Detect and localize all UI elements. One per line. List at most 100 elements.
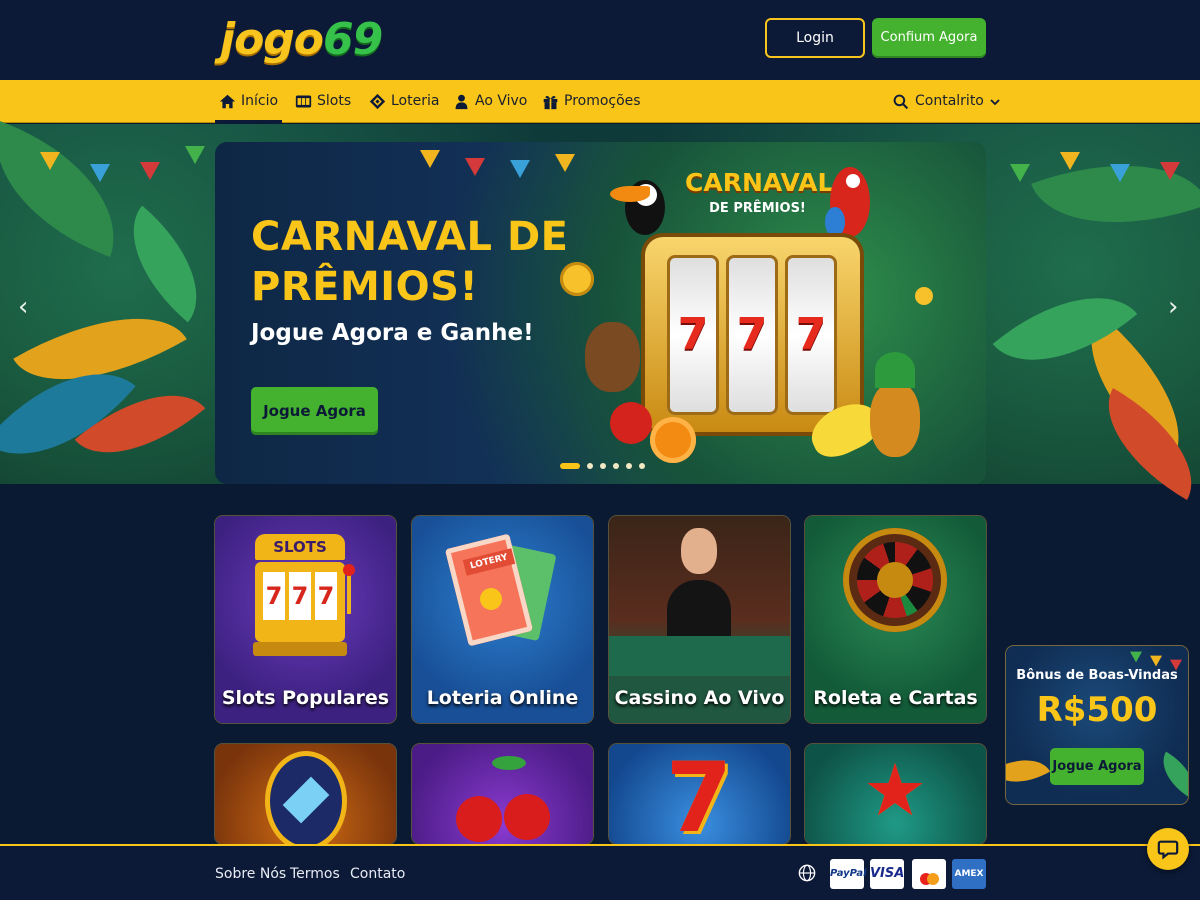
leaf-decoration	[1031, 129, 1200, 259]
carousel-dot[interactable]	[600, 463, 606, 469]
nav-label: Promoções	[564, 93, 641, 109]
bonus-play-button[interactable]: Jogue Agora	[1050, 748, 1144, 785]
category-card-roulette[interactable]: Roleta e Cartas	[805, 516, 986, 723]
nav-label: Slots	[317, 93, 352, 109]
cherry-icon	[456, 796, 502, 842]
pennant-decoration	[465, 158, 485, 176]
leaf-decoration	[0, 121, 141, 257]
search-dropdown[interactable]: Contalrito	[893, 80, 1000, 123]
hero-banner: CARNAVAL DE PRÊMIOS! Jogue Agora e Ganhe…	[215, 142, 986, 484]
payment-label: PayPal	[830, 868, 867, 879]
footer-link-contact[interactable]: Contato	[350, 846, 405, 900]
footer: Sobre Nós Termos Contato PayPal VISA AME…	[0, 844, 1200, 900]
pennant-decoration	[1150, 655, 1162, 667]
nav-item-promocoes[interactable]: Promoções	[542, 80, 641, 123]
paypal-logo: PayPal	[830, 859, 867, 889]
art-title-line2: DE PRÊMIOS!	[709, 201, 806, 216]
logo[interactable]: jogo69	[220, 8, 383, 72]
hero-prev-arrow[interactable]: ‹	[18, 292, 28, 322]
hero-subtitle: Jogue Agora e Ganhe!	[251, 320, 534, 346]
game-card[interactable]: ★	[805, 744, 986, 844]
carousel-dot[interactable]	[639, 463, 645, 469]
search-icon	[893, 94, 909, 109]
coin-illustration	[560, 262, 594, 296]
cherry-icon	[504, 794, 550, 840]
ticket-icon	[369, 93, 386, 110]
login-button[interactable]: Login	[765, 18, 865, 58]
orange-illustration	[650, 417, 696, 463]
amex-logo: AMEX	[952, 859, 986, 889]
slot-machine-icon	[295, 95, 312, 108]
payment-label: AMEX	[954, 869, 984, 879]
hero-title: CARNAVAL DE PRÊMIOS!	[251, 214, 569, 310]
card-label: Loteria Online	[426, 687, 579, 709]
art-title-line1: CARNAVAL	[685, 168, 834, 197]
category-card-lottery[interactable]: LOTERY Loteria Online	[412, 516, 593, 723]
game-card[interactable]	[215, 744, 396, 844]
category-card-slots[interactable]: SLOTS 7 7 7 Slots Populares	[215, 516, 396, 723]
logo-text-jogo: jogo	[220, 14, 324, 65]
payment-label: VISA	[870, 866, 905, 881]
coin-illustration	[915, 287, 933, 305]
game-card[interactable]: 7	[609, 744, 790, 844]
pennant-decoration	[420, 150, 440, 168]
toucan-illustration	[610, 170, 675, 240]
carousel-dot[interactable]	[587, 463, 593, 469]
pennant-decoration	[40, 152, 60, 170]
nav-item-ao-vivo[interactable]: Ao Vivo	[453, 80, 527, 123]
parrot-illustration	[820, 162, 880, 242]
visa-logo: VISA	[870, 859, 904, 889]
lottery-ticket-icon: LOTERY	[444, 533, 562, 660]
nav-item-inicio[interactable]: Início	[214, 80, 283, 123]
hero-next-arrow[interactable]: ›	[1168, 292, 1178, 322]
globe-icon[interactable]	[798, 864, 816, 882]
slot-reel: 7	[785, 255, 837, 415]
pennant-decoration	[1010, 164, 1030, 182]
pennant-decoration	[140, 162, 160, 180]
pennant-decoration	[90, 164, 110, 182]
logo-text-69: 69	[323, 14, 383, 65]
carousel-dot[interactable]	[613, 463, 619, 469]
gift-icon	[543, 95, 558, 110]
lucky-seven-icon: 7	[665, 744, 733, 844]
pennant-decoration	[1110, 164, 1130, 182]
signup-button[interactable]: Confium Agora	[872, 18, 986, 58]
casino-table	[609, 636, 790, 676]
carousel-dot[interactable]	[560, 463, 580, 469]
slot-reel: 7	[726, 255, 778, 415]
slot-reel: 7	[667, 255, 719, 415]
monkey-illustration	[585, 322, 640, 392]
pennant-decoration	[1160, 162, 1180, 180]
nav-label: Início	[241, 93, 279, 109]
card-label: Cassino Ao Vivo	[614, 687, 785, 709]
carousel-dots	[560, 463, 645, 469]
leaf-decoration	[1006, 745, 1051, 797]
pennant-decoration	[1130, 651, 1142, 663]
nav-item-slots[interactable]: Slots	[295, 80, 351, 123]
welcome-bonus-widget: Bônus de Boas-Vindas R$500 Jogue Agora	[1006, 646, 1188, 804]
bonus-amount: R$500	[1036, 690, 1158, 730]
pennant-decoration	[555, 154, 575, 172]
pineapple-illustration	[870, 382, 920, 457]
apple-illustration	[610, 402, 652, 444]
star-icon: ★	[862, 748, 928, 832]
roulette-wheel-icon	[843, 528, 947, 632]
game-card[interactable]	[412, 744, 593, 844]
pennant-decoration	[510, 160, 530, 178]
mastercard-logo	[912, 859, 946, 889]
leaf-decoration	[103, 205, 227, 323]
footer-link-about[interactable]: Sobre Nós	[215, 846, 286, 900]
pennant-decoration	[1060, 152, 1080, 170]
footer-link-terms[interactable]: Termos	[290, 846, 340, 900]
slot-machine-icon: SLOTS 7 7 7	[253, 534, 355, 664]
bonus-title: Bônus de Boas-Vindas	[1016, 668, 1178, 683]
main-nav: Início Slots Loteria Ao Vivo Promoções C…	[0, 80, 1200, 123]
chat-button[interactable]	[1147, 828, 1189, 870]
banner-art-title: CARNAVAL DE PRÊMIOS!	[685, 168, 834, 222]
hero-play-button[interactable]: Jogue Agora	[251, 387, 378, 435]
category-card-live-casino[interactable]: Cassino Ao Vivo	[609, 516, 790, 723]
carousel-dot[interactable]	[626, 463, 632, 469]
nav-item-loteria[interactable]: Loteria	[369, 80, 439, 123]
leaf-decoration	[1152, 751, 1188, 799]
nav-label: Loteria	[391, 93, 440, 109]
